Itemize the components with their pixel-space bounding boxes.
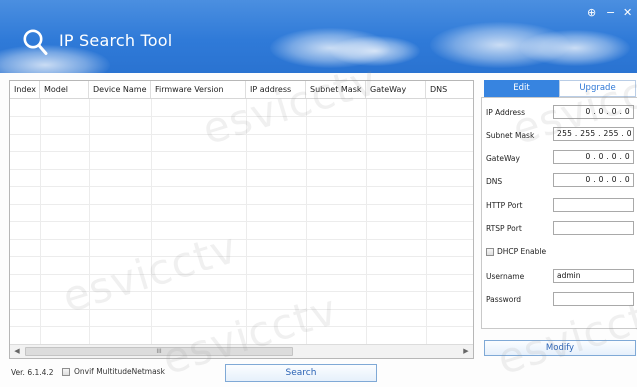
subnet-mask-label: Subnet Mask [486,131,535,140]
table-row-rule [10,274,473,275]
column-header-device-name[interactable]: Device Name [89,81,151,98]
onvif-label: Onvif MultitudeNetmask [74,367,165,376]
minimize-icon[interactable]: − [606,7,615,18]
checkbox-box[interactable] [486,247,494,256]
gateway-label: GateWay [486,154,520,163]
cloud-decoration [330,36,420,66]
search-icon [23,29,48,55]
gateway-field[interactable]: 0 . 0 . 0 . 0 [553,150,634,164]
dns-field[interactable]: 0 . 0 . 0 . 0 [553,173,634,187]
scroll-left-icon[interactable]: ◀ [10,345,24,358]
close-icon[interactable]: ✕ [623,7,632,18]
dns-label: DNS [486,177,503,186]
scroll-right-icon[interactable]: ▶ [459,345,473,358]
table-row-rule [10,134,473,135]
device-table[interactable]: Index Model Device Name Firmware Version… [9,80,474,359]
dhcp-enable-checkbox[interactable]: DHCP Enable [486,247,546,256]
column-header-dns[interactable]: DNS [426,81,473,98]
http-port-label: HTTP Port [486,201,523,210]
settings-icon[interactable]: ⊕ [587,7,596,18]
app-title: IP Search Tool [59,31,173,50]
onvif-multitude-netmask-checkbox[interactable]: Onvif MultitudeNetmask [62,367,165,376]
rtsp-port-field[interactable] [553,221,634,235]
version-label: Ver. 6.1.4.2 [11,368,54,377]
http-port-field[interactable] [553,198,634,212]
ip-address-field[interactable]: 0 . 0 . 0 . 0 [553,105,634,119]
table-row-rule [10,116,473,117]
table-row-rule [10,326,473,327]
table-row-rule [10,309,473,310]
tab-upgrade[interactable]: Upgrade [559,80,636,97]
table-header: Index Model Device Name Firmware Version… [10,81,473,99]
column-header-ip[interactable]: IP address [246,81,306,98]
ip-address-label: IP Address [486,108,525,117]
table-row-rule [10,239,473,240]
password-field[interactable] [553,292,634,306]
table-row-rule [10,256,473,257]
checkbox-box[interactable] [62,367,70,376]
table-row-rule [10,291,473,292]
column-header-firmware[interactable]: Firmware Version [151,81,246,98]
column-header-gateway[interactable]: GateWay [366,81,426,98]
cloud-decoration [520,30,630,66]
table-row-rule [10,186,473,187]
column-header-model[interactable]: Model [40,81,89,98]
rtsp-port-label: RTSP Port [486,224,522,233]
dhcp-enable-label: DHCP Enable [497,247,547,256]
subnet-mask-field[interactable]: 255 . 255 . 255 . 0 [553,127,634,141]
password-label: Password [486,295,522,304]
search-button[interactable]: Search [225,364,377,382]
username-field[interactable]: admin [553,269,634,283]
table-row-rule [10,204,473,205]
horizontal-scrollbar[interactable]: ◀ III ▶ [10,344,473,358]
scroll-thumb[interactable]: III [25,347,293,356]
column-header-subnet[interactable]: Subnet Mask [306,81,366,98]
table-body[interactable] [10,99,473,345]
modify-button[interactable]: Modify [484,340,636,356]
table-row-rule [10,169,473,170]
table-row-rule [10,151,473,152]
table-row-rule [10,221,473,222]
tab-edit[interactable]: Edit [484,80,559,97]
column-header-index[interactable]: Index [10,81,40,98]
username-label: Username [486,272,525,281]
title-bar[interactable]: IP Search Tool ⊕ − ✕ [0,0,637,73]
